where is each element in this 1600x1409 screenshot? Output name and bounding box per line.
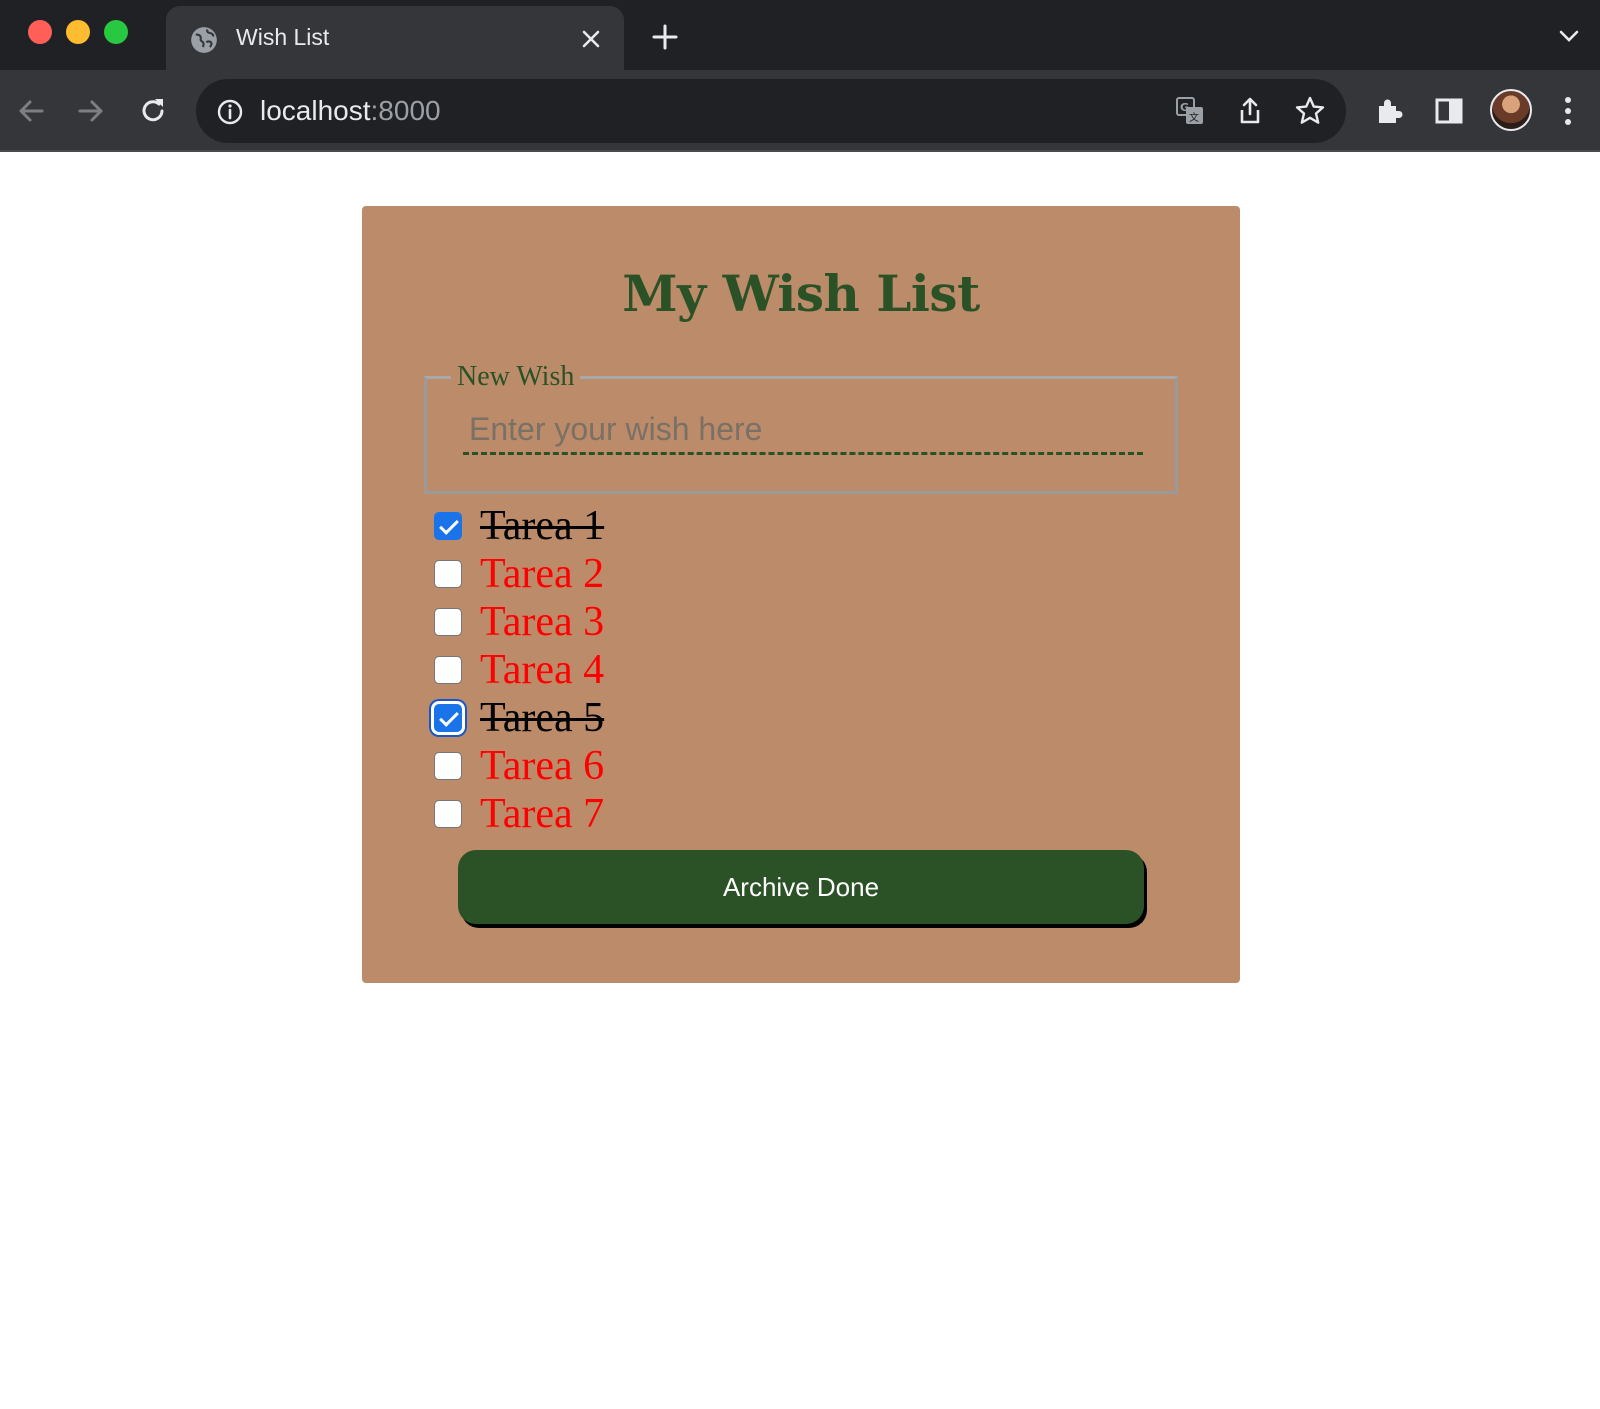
chevron-down-icon[interactable]: [1558, 28, 1580, 44]
wish-label: Tarea 2: [480, 551, 605, 597]
browser-toolbar: localhost:8000 G 文: [0, 70, 1600, 152]
list-item: Tarea 2: [424, 550, 1024, 598]
info-icon[interactable]: [216, 98, 244, 126]
list-item: Tarea 7: [424, 790, 1024, 838]
svg-text:文: 文: [1189, 111, 1199, 124]
wish-label: Tarea 5: [480, 695, 605, 741]
globe-icon: [191, 27, 217, 53]
list-item: Tarea 6: [424, 742, 1024, 790]
wish-list: Tarea 1 Tarea 2 Tarea 3 Tarea 4 Tarea 5 Tarea…: [424, 502, 1024, 838]
url-host: localhost: [260, 95, 371, 126]
translate-icon[interactable]: G 文: [1174, 95, 1206, 127]
wish-label: Tarea 1: [480, 503, 605, 549]
wish-checkbox[interactable]: [434, 704, 462, 732]
new-wish-fieldset: New Wish: [424, 361, 1178, 494]
wish-checkbox[interactable]: [434, 560, 462, 588]
wish-input[interactable]: [463, 407, 1143, 455]
share-icon[interactable]: [1234, 95, 1266, 127]
wish-label: Tarea 3: [480, 599, 605, 645]
more-icon[interactable]: [1564, 96, 1572, 126]
star-icon[interactable]: [1294, 95, 1326, 127]
maximize-window-button[interactable]: [104, 20, 128, 44]
wish-checkbox[interactable]: [434, 656, 462, 684]
profile-avatar[interactable]: [1490, 89, 1532, 131]
wish-checkbox[interactable]: [434, 512, 462, 540]
url-text: localhost:8000: [260, 95, 441, 127]
list-item: Tarea 1: [424, 502, 1024, 550]
minimize-window-button[interactable]: [66, 20, 90, 44]
wish-checkbox[interactable]: [434, 608, 462, 636]
tab-strip: Wish List: [0, 0, 1600, 70]
close-icon[interactable]: [580, 28, 602, 50]
list-item: Tarea 5: [424, 694, 1024, 742]
wish-label: Tarea 6: [480, 743, 605, 789]
wish-checkbox[interactable]: [434, 752, 462, 780]
reload-icon[interactable]: [136, 94, 170, 128]
side-panel-icon[interactable]: [1432, 94, 1466, 128]
wish-label: Tarea 7: [480, 791, 605, 837]
address-bar[interactable]: localhost:8000 G 文: [196, 79, 1346, 143]
url-port: :8000: [370, 95, 441, 126]
list-item: Tarea 4: [424, 646, 1024, 694]
back-arrow-icon[interactable]: [14, 94, 48, 128]
close-window-button[interactable]: [28, 20, 52, 44]
svg-text:G: G: [1180, 101, 1189, 114]
wish-list-card: My Wish List New Wish Tarea 1Tarea 2Tare…: [362, 206, 1240, 983]
wish-checkbox[interactable]: [434, 800, 462, 828]
archive-done-button[interactable]: Archive Done: [458, 850, 1144, 924]
wish-label: Tarea 4: [480, 647, 605, 693]
tab-wish-list[interactable]: Wish List: [166, 6, 624, 70]
new-wish-legend: New Wish: [451, 361, 581, 393]
tab-title: Wish List: [236, 24, 330, 50]
extensions-icon[interactable]: [1372, 94, 1406, 128]
plus-icon[interactable]: [652, 24, 678, 50]
page-title: My Wish List: [622, 264, 980, 323]
list-item: Tarea 3: [424, 598, 1024, 646]
forward-arrow-icon[interactable]: [74, 94, 108, 128]
